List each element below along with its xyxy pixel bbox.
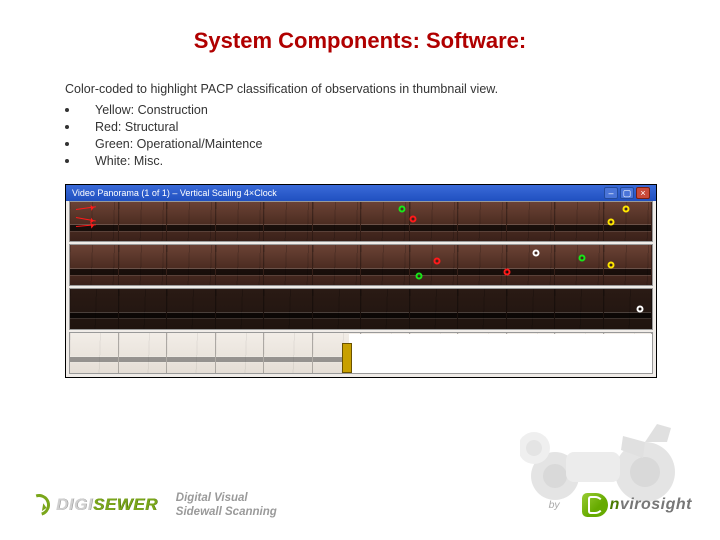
bullet-item: White: Misc. (65, 153, 655, 170)
close-icon: × (636, 187, 650, 199)
thumbnail-tile (119, 289, 168, 329)
observation-marker-yellow (608, 262, 615, 269)
observation-marker-white (637, 305, 644, 312)
thumbnail-strip (69, 288, 653, 330)
thumbnail-tile (507, 289, 556, 329)
bullet-text: Red: Structural (95, 119, 178, 136)
by-label: by (549, 499, 560, 511)
bullet-text: Yellow: Construction (95, 102, 208, 119)
intro-text: Color-coded to highlight PACP classifica… (65, 82, 655, 96)
screenshot-figure: Video Panorama (1 of 1) – Vertical Scali… (65, 184, 657, 378)
thumbnail-tile (167, 245, 216, 285)
logo-env-part2: virosight (620, 496, 692, 514)
thumbnail-tile (507, 202, 556, 242)
thumbnail-tile (119, 245, 168, 285)
thumbnail-tile (119, 202, 168, 242)
thumbnail-tile (313, 202, 362, 242)
thumbnail-strip (69, 244, 653, 286)
thumbnail-strips (69, 201, 653, 374)
observation-marker-yellow (608, 219, 615, 226)
thumbnail-tile (410, 202, 459, 242)
thumbnail-tile (264, 202, 313, 242)
slide-title: System Components: Software: (65, 28, 655, 54)
envirosight-logo: nvirosight (582, 493, 692, 517)
bullet-text: Green: Operational/Maintence (95, 136, 262, 153)
bullet-list: Yellow: Construction Red: Structural Gre… (65, 102, 655, 170)
thumbnail-tile (167, 202, 216, 242)
thumbnail-tile (216, 333, 265, 373)
thumbnail-tile (119, 333, 168, 373)
bullet-item: Green: Operational/Maintence (65, 136, 655, 153)
position-indicator-icon (342, 343, 352, 373)
thumbnail-tile (555, 245, 604, 285)
thumbnail-tile (167, 289, 216, 329)
envirosight-e-icon (582, 493, 608, 517)
thumbnail-tile (507, 245, 556, 285)
observation-marker-red (433, 258, 440, 265)
thumbnail-tile (70, 333, 119, 373)
logo-env-part1: n (610, 496, 620, 514)
thumbnail-tile (410, 289, 459, 329)
observation-marker-red (503, 269, 510, 276)
observation-marker-white (532, 250, 539, 257)
thumbnail-tile (216, 289, 265, 329)
observation-marker-green (398, 205, 405, 212)
thumbnail-tile (458, 202, 507, 242)
thumbnail-tile (555, 289, 604, 329)
digisewer-logo: DIGISEWER (28, 494, 158, 516)
footer: DIGISEWER Digital Visual Sidewall Scanni… (0, 470, 720, 540)
bullet-item: Yellow: Construction (65, 102, 655, 119)
bullet-item: Red: Structural (65, 119, 655, 136)
observation-marker-green (579, 254, 586, 261)
window-titlebar: Video Panorama (1 of 1) – Vertical Scali… (66, 185, 656, 201)
thumbnail-tile (216, 245, 265, 285)
thumbnail-tile (361, 289, 410, 329)
thumbnail-strip (69, 332, 653, 374)
thumbnail-tile (458, 289, 507, 329)
thumbnail-tile (264, 245, 313, 285)
thumbnail-tile (458, 245, 507, 285)
thumbnail-tile (313, 289, 362, 329)
thumbnail-tile (555, 202, 604, 242)
logo-part-digi: DIGI (56, 495, 93, 514)
thumbnail-tile (70, 245, 119, 285)
tagline-line1: Digital Visual (176, 492, 248, 504)
thumbnail-tile (264, 289, 313, 329)
observation-marker-red (410, 215, 417, 222)
window-title-text: Video Panorama (1 of 1) – Vertical Scali… (72, 185, 277, 201)
maximize-icon: ▢ (620, 187, 634, 199)
thumbnail-tile (361, 245, 410, 285)
logo-part-sewer: SEWER (93, 495, 158, 514)
observation-marker-yellow (622, 206, 629, 213)
thumbnail-tile (216, 202, 265, 242)
thumbnail-strip (69, 201, 653, 243)
tagline-line2: Sidewall Scanning (176, 506, 277, 518)
thumbnail-tile (264, 333, 313, 373)
thumbnail-tile (167, 333, 216, 373)
bullet-text: White: Misc. (95, 153, 163, 170)
blank-overlay (349, 334, 652, 373)
swoosh-icon (24, 490, 54, 520)
minimize-icon: – (604, 187, 618, 199)
thumbnail-tile (313, 245, 362, 285)
slide: System Components: Software: Color-coded… (0, 0, 720, 540)
tagline: Digital Visual Sidewall Scanning (176, 491, 277, 520)
observation-marker-green (416, 273, 423, 280)
thumbnail-tile (604, 289, 653, 329)
thumbnail-tile (70, 289, 119, 329)
